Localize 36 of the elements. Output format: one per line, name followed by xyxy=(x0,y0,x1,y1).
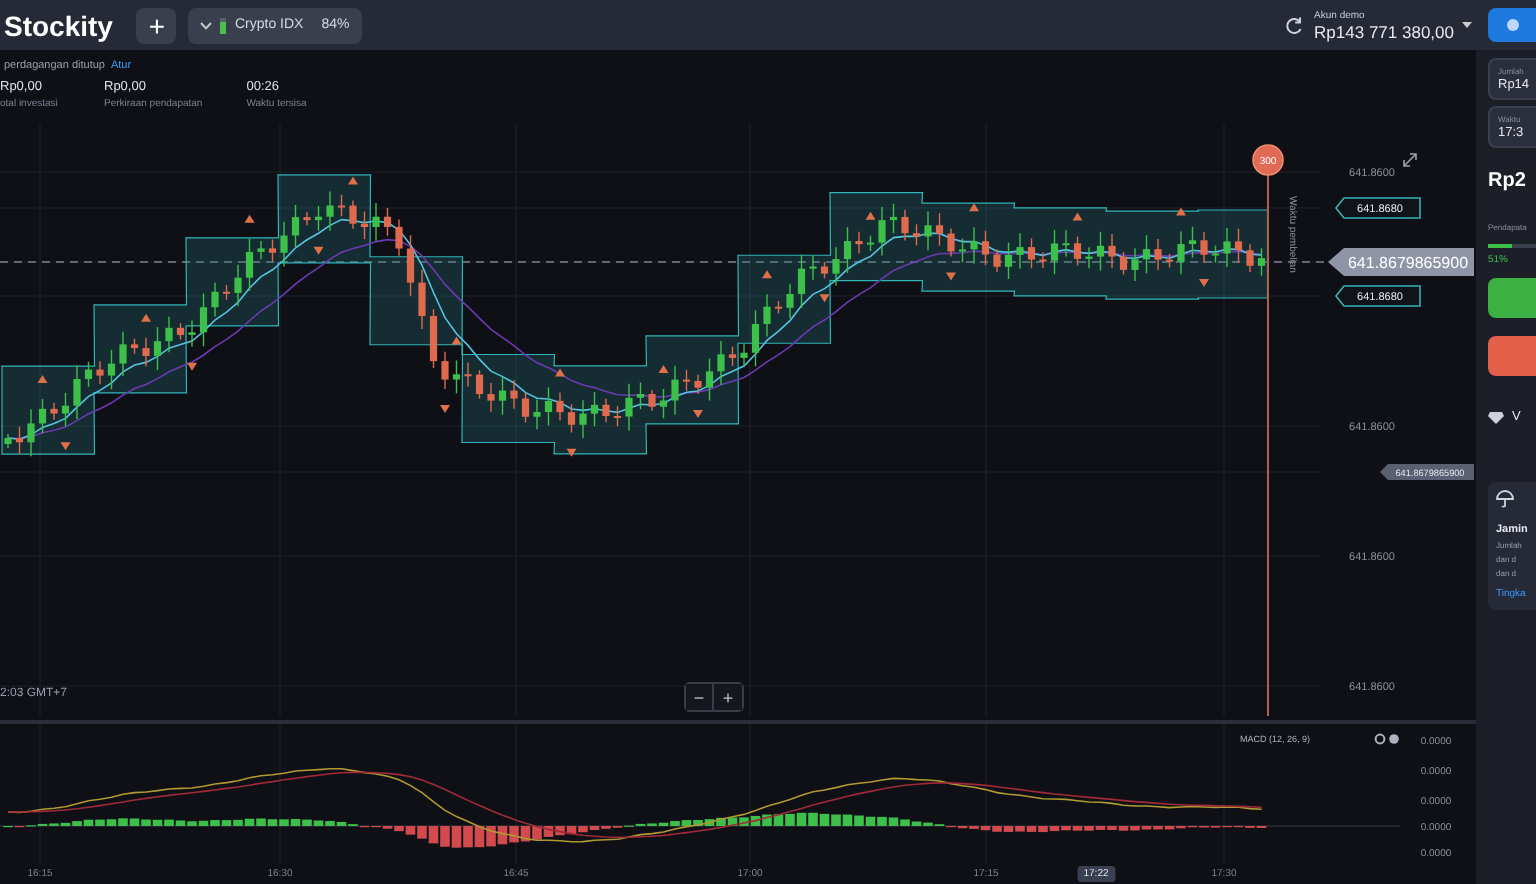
signal-marker xyxy=(244,214,255,223)
refresh-icon[interactable] xyxy=(1284,15,1305,35)
signal-marker xyxy=(60,442,71,451)
payout-value: Rp2 xyxy=(1488,170,1526,192)
signal-marker xyxy=(313,246,324,255)
caret-icon xyxy=(200,21,213,29)
signal-marker xyxy=(348,176,358,185)
caret-icon[interactable] xyxy=(1462,22,1472,28)
signal-marker xyxy=(762,270,772,279)
signal-marker xyxy=(946,272,956,281)
logo: Stockity xyxy=(4,9,113,41)
zoom-in-button[interactable]: + xyxy=(714,684,742,710)
signal-marker xyxy=(658,365,669,373)
diamond-icon xyxy=(1488,411,1504,423)
signal-marker xyxy=(555,368,565,377)
add-button[interactable]: + xyxy=(136,7,177,43)
umbrella-icon xyxy=(1496,490,1514,508)
battery-icon xyxy=(220,17,227,33)
signal-marker xyxy=(37,375,48,384)
signal-marker xyxy=(451,336,462,345)
signal-marker xyxy=(187,362,197,371)
current-price-tag: 641.8679865900 xyxy=(1328,248,1474,276)
zoom-out-button[interactable]: − xyxy=(686,684,714,710)
signal-marker xyxy=(440,404,450,413)
signal-marker xyxy=(566,448,577,457)
account-balance[interactable]: Rp143 771 380,00 xyxy=(1314,21,1454,41)
signal-marker xyxy=(819,294,830,303)
signal-marker xyxy=(1199,279,1209,287)
signal-marker xyxy=(693,410,703,418)
deposit-button[interactable] xyxy=(1488,8,1536,42)
signal-marker xyxy=(141,313,151,322)
signal-marker xyxy=(865,211,876,220)
signal-marker xyxy=(969,203,979,212)
expand-icon[interactable] xyxy=(1403,153,1417,167)
signal-marker xyxy=(1176,207,1186,216)
signal-marker xyxy=(1072,212,1083,221)
